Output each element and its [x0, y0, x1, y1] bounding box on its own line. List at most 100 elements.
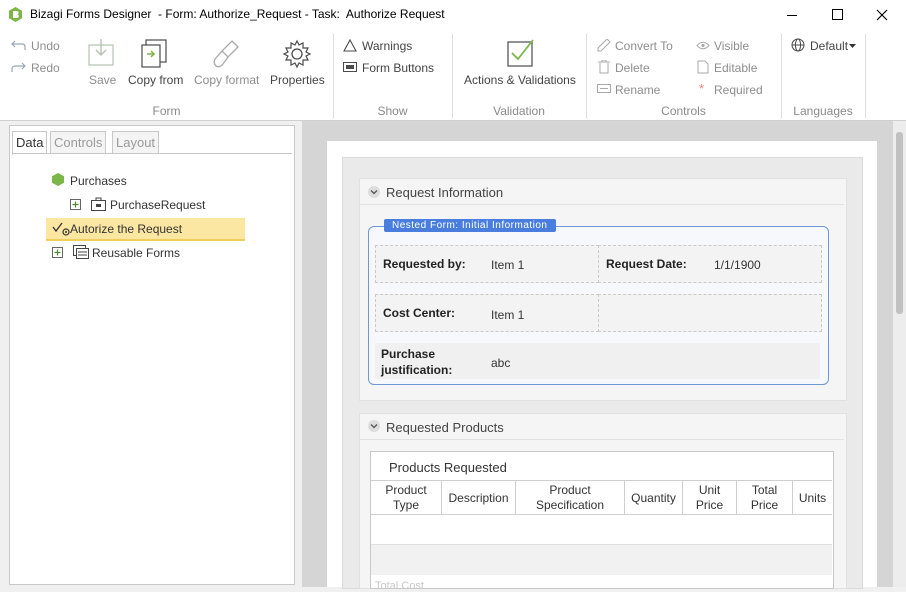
copy-format-label: Copy format: [194, 73, 260, 87]
requested-by-value[interactable]: Item 1: [491, 258, 524, 272]
bizagi-logo-icon: [9, 7, 22, 22]
editable-label: Editable: [714, 61, 758, 75]
minimize-button[interactable]: [770, 0, 816, 30]
globe-icon: [791, 38, 805, 52]
required-label: Required: [714, 83, 763, 97]
reusable-forms-icon: [73, 245, 89, 259]
trash-icon: [598, 60, 610, 74]
column-header-text: Description: [448, 490, 509, 505]
delete-label: Delete: [615, 61, 650, 75]
save-icon: [88, 39, 114, 66]
collapse-chevron-icon[interactable]: [368, 186, 380, 198]
requested-by-label: Requested by:: [383, 257, 466, 271]
close-button[interactable]: [860, 0, 906, 30]
visible-label: Visible: [714, 39, 750, 53]
grid-column-header[interactable]: Product Type: [371, 481, 442, 515]
tab-layout[interactable]: Layout: [112, 131, 160, 154]
scrollbar-thumb[interactable]: [896, 132, 903, 314]
collapse-chevron-icon[interactable]: [368, 420, 380, 432]
grid-column-header[interactable]: Description: [442, 481, 516, 515]
group-label-show: Show: [377, 104, 408, 118]
convert-icon: [597, 39, 611, 52]
grid-column-header[interactable]: Quantity: [625, 481, 683, 515]
properties-label: Properties: [270, 73, 325, 87]
editable-icon: [697, 60, 709, 74]
grid-column-header[interactable]: Product Specification: [516, 481, 625, 515]
checkmark-box-icon: [507, 39, 534, 67]
form-check-gear-icon: [52, 222, 70, 236]
warnings-label: Warnings: [362, 39, 413, 53]
tree-label-purchaserequest: PurchaseRequest: [110, 198, 206, 212]
grid-footer: [371, 545, 832, 575]
ribbon-separator: [865, 34, 866, 118]
convert-to-label: Convert To: [615, 39, 673, 53]
undo-label: Undo: [31, 39, 60, 53]
justification-label-line2: justification:: [381, 363, 453, 377]
redo-label: Redo: [31, 61, 60, 75]
close-icon: [876, 9, 888, 21]
expand-icon[interactable]: [52, 247, 63, 258]
copy-format-button[interactable]: Copy format: [192, 38, 262, 88]
language-label: Default: [810, 39, 849, 53]
gear-icon: [282, 39, 312, 69]
grid-column-header[interactable]: Units: [793, 481, 832, 515]
save-label: Save: [89, 73, 117, 87]
grid-column-header[interactable]: Unit Price: [683, 481, 737, 515]
copy-from-button[interactable]: Copy from: [126, 38, 186, 88]
request-date-label: Request Date:: [606, 257, 687, 271]
tree-label-reusable-forms: Reusable Forms: [92, 246, 181, 260]
column-header-text: Product Type: [385, 483, 427, 512]
undo-icon: [11, 40, 26, 50]
justification-value[interactable]: abc: [491, 356, 510, 370]
redo-icon: [11, 62, 26, 72]
tab-data[interactable]: Data: [12, 131, 48, 155]
form-buttons-label: Form Buttons: [362, 61, 435, 75]
entity-cube-icon: [52, 173, 64, 186]
section-title: Request Information: [386, 185, 504, 200]
column-header-text: Units: [798, 490, 827, 505]
asterisk-icon: *: [699, 81, 705, 96]
empty-cell[interactable]: [598, 294, 822, 332]
rename-label: Rename: [615, 83, 661, 97]
section-divider: [360, 439, 844, 440]
grid-column-header[interactable]: Total Price: [737, 481, 793, 515]
minimize-icon: [787, 15, 797, 16]
cost-center-label: Cost Center:: [383, 306, 456, 320]
cost-center-value[interactable]: Item 1: [491, 308, 524, 322]
tree-label-selected: Autorize the Request: [70, 222, 183, 236]
properties-button[interactable]: Properties: [269, 38, 327, 88]
request-date-value[interactable]: 1/1/1900: [714, 258, 761, 272]
maximize-button[interactable]: [814, 0, 860, 30]
group-label-controls: Controls: [661, 104, 706, 118]
eye-icon: [696, 41, 710, 50]
group-label-validation: Validation: [493, 104, 545, 118]
group-label-languages: Languages: [793, 104, 853, 118]
copy-from-label: Copy from: [128, 73, 184, 87]
form-buttons-icon: [343, 62, 357, 72]
rename-icon: [597, 84, 611, 93]
actions-validations-button[interactable]: Actions & Validations: [462, 38, 580, 88]
column-header-text: Product Specification: [535, 483, 605, 512]
expand-icon[interactable]: [70, 199, 81, 210]
maximize-icon: [832, 9, 843, 20]
section-title: Requested Products: [386, 420, 504, 435]
warning-icon: [343, 39, 357, 52]
grid-title: Products Requested: [389, 460, 507, 475]
briefcase-icon: [91, 197, 106, 211]
chevron-down-icon: [849, 44, 856, 48]
save-button[interactable]: Save: [86, 38, 116, 88]
copy-from-icon: [141, 39, 167, 68]
column-header-text: Quantity: [631, 490, 676, 505]
window-title: Bizagi Forms Designer - Form: Authorize_…: [30, 7, 445, 21]
column-header-text: Unit Price: [695, 483, 724, 512]
section-divider: [360, 204, 844, 205]
actions-validations-label: Actions & Validations: [464, 73, 576, 87]
paintbrush-icon: [213, 40, 239, 68]
tree-label-purchases: Purchases: [70, 174, 127, 188]
grid-row-divider: [371, 514, 832, 515]
tab-controls[interactable]: Controls: [50, 131, 107, 154]
justification-label-line1: Purchase: [381, 347, 436, 361]
group-label-form: Form: [152, 104, 181, 118]
partial-total-cost-label: Total Cost: [375, 580, 424, 592]
column-header-text: Total Price: [750, 483, 779, 512]
